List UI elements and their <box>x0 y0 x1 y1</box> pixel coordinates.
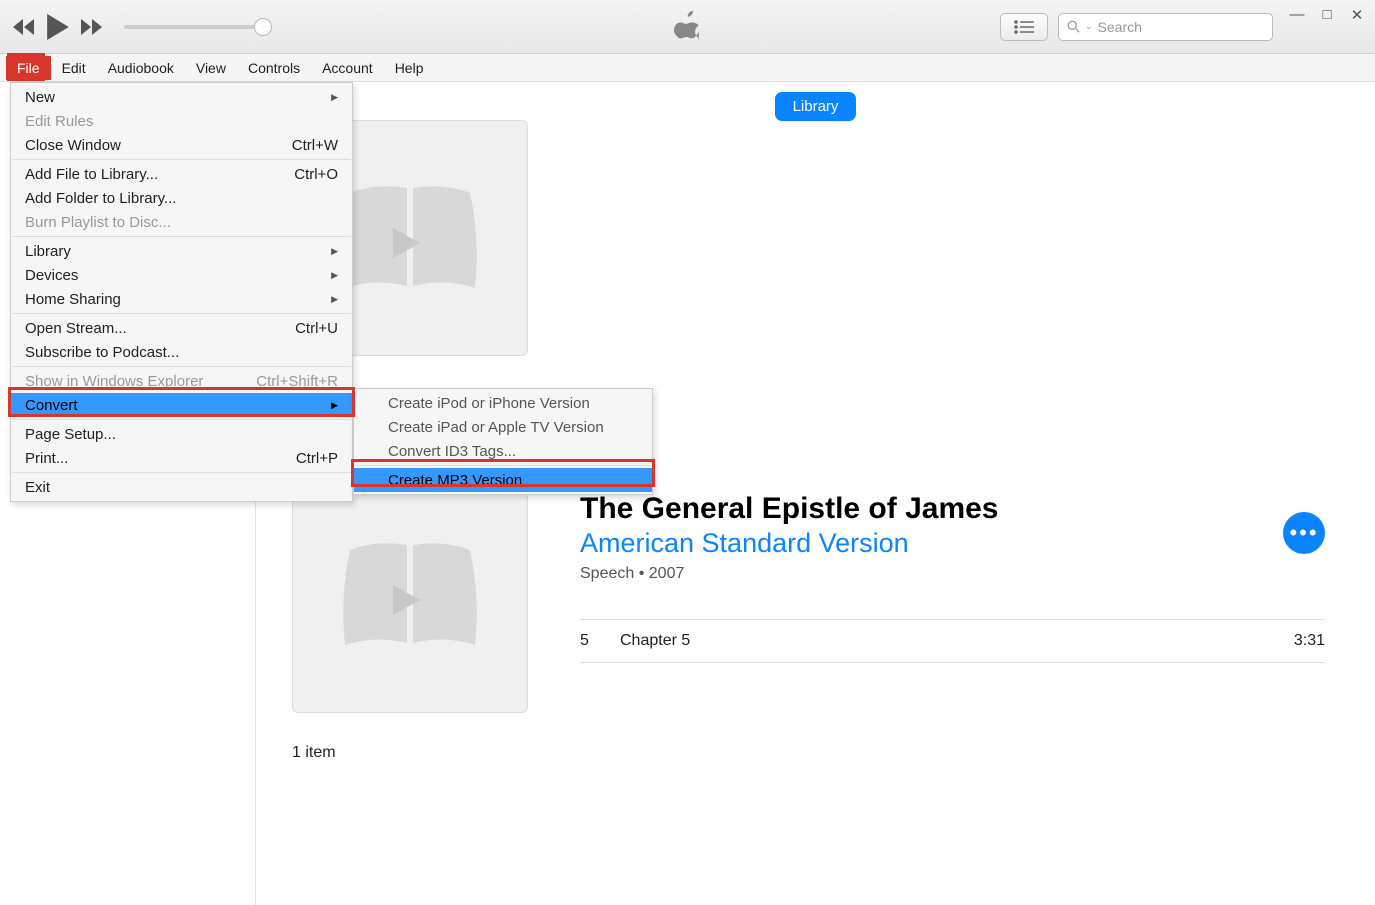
menu-help[interactable]: Help <box>384 56 435 80</box>
chevron-right-icon: ▶ <box>331 294 338 305</box>
file-menu-burn-playlist-to-disc-: Burn Playlist to Disc... <box>11 210 352 234</box>
playback-controls <box>10 13 106 41</box>
close-button[interactable]: ✕ <box>1349 6 1365 24</box>
maximize-button[interactable]: □ <box>1319 6 1335 24</box>
play-button[interactable] <box>44 13 72 41</box>
file-menu-exit[interactable]: Exit <box>11 475 352 499</box>
album-meta: Speech • 2007 <box>580 565 1325 583</box>
detail-info: The General Epistle of James American St… <box>580 492 1325 663</box>
item-count: 1 item <box>292 744 336 762</box>
file-menu-devices[interactable]: Devices▶ <box>11 263 352 287</box>
next-button[interactable] <box>78 13 106 41</box>
search-input[interactable]: ⌄ Search <box>1058 13 1273 41</box>
apple-logo-icon <box>674 8 702 45</box>
file-menu-edit-rules: Edit Rules <box>11 109 352 133</box>
file-dropdown-menu: New▶Edit RulesClose WindowCtrl+W Add File… <box>10 82 353 502</box>
view-list-button[interactable] <box>1000 13 1048 41</box>
track-row[interactable]: 5 Chapter 5 3:31 <box>580 619 1325 663</box>
menu-account[interactable]: Account <box>311 56 384 80</box>
chevron-down-icon: ⌄ <box>1085 21 1093 32</box>
chevron-right-icon: ▶ <box>331 92 338 103</box>
volume-knob[interactable] <box>254 18 272 36</box>
file-menu-add-file-to-library-[interactable]: Add File to Library...Ctrl+O <box>11 162 352 186</box>
file-menu-add-folder-to-library-[interactable]: Add Folder to Library... <box>11 186 352 210</box>
tab-library[interactable]: Library <box>775 92 857 121</box>
convert-highlight-box <box>8 387 355 417</box>
file-menu-open-stream-[interactable]: Open Stream...Ctrl+U <box>11 316 352 340</box>
file-menu-library[interactable]: Library▶ <box>11 239 352 263</box>
chevron-right-icon: ▶ <box>331 270 338 281</box>
file-menu-new[interactable]: New▶ <box>11 85 352 109</box>
menu-controls[interactable]: Controls <box>237 56 311 80</box>
window-controls: — □ ✕ <box>1289 6 1365 24</box>
convert-menu-create-ipad-or-apple-tv-version[interactable]: Create iPad or Apple TV Version <box>354 415 652 439</box>
more-options-button[interactable]: ••• <box>1283 512 1325 554</box>
album-artist[interactable]: American Standard Version <box>580 528 1325 559</box>
menu-edit[interactable]: Edit <box>51 56 97 80</box>
volume-slider[interactable] <box>124 25 264 29</box>
previous-button[interactable] <box>10 13 38 41</box>
file-menu-print-[interactable]: Print...Ctrl+P <box>11 446 352 470</box>
titlebar: ⌄ Search — □ ✕ <box>0 0 1375 54</box>
convert-menu-create-ipod-or-iphone-version[interactable]: Create iPod or iPhone Version <box>354 391 652 415</box>
create-mp3-highlight-box <box>351 459 655 487</box>
file-menu-highlight-box <box>7 53 45 81</box>
file-menu-subscribe-to-podcast-[interactable]: Subscribe to Podcast... <box>11 340 352 364</box>
file-menu-close-window[interactable]: Close WindowCtrl+W <box>11 133 352 157</box>
chevron-right-icon: ▶ <box>331 246 338 257</box>
menubar: FileEditAudiobookViewControlsAccountHelp <box>0 54 1375 82</box>
album-title: The General Epistle of James <box>580 492 1325 526</box>
track-name: Chapter 5 <box>620 632 1265 650</box>
file-menu-home-sharing[interactable]: Home Sharing▶ <box>11 287 352 311</box>
menu-view[interactable]: View <box>185 56 237 80</box>
minimize-button[interactable]: — <box>1289 6 1305 24</box>
track-number: 5 <box>580 632 620 650</box>
search-placeholder: Search <box>1098 19 1142 35</box>
detail-album-art <box>292 477 528 713</box>
file-menu-page-setup-[interactable]: Page Setup... <box>11 422 352 446</box>
track-duration: 3:31 <box>1265 632 1325 650</box>
menu-audiobook[interactable]: Audiobook <box>97 56 185 80</box>
